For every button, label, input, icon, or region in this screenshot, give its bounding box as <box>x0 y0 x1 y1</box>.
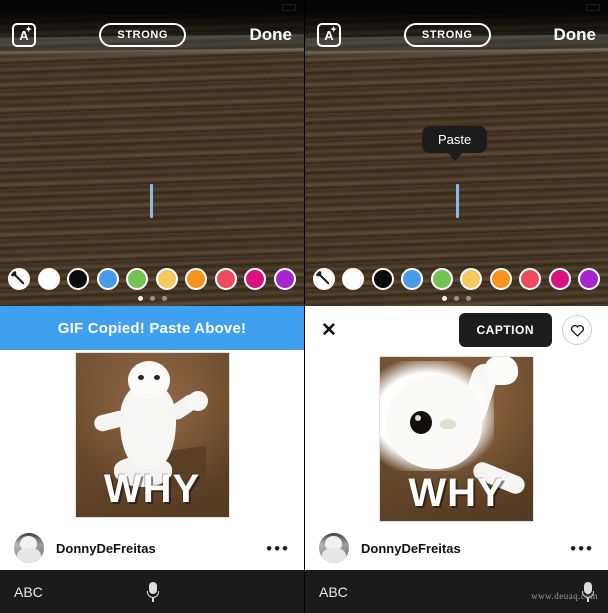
color-swatch-black[interactable] <box>371 268 394 290</box>
text-strength-pill[interactable]: STRONG <box>99 23 187 47</box>
color-swatch-red[interactable] <box>519 268 542 290</box>
gif-preview-container-right: WHY <box>305 354 608 522</box>
gif-copied-banner: GIF Copied! Paste Above! <box>0 306 304 350</box>
done-button[interactable]: Done <box>554 25 597 45</box>
pager-dot-1[interactable] <box>442 296 447 301</box>
editor-toolbar-left: A ✦ STRONG Done <box>0 14 304 56</box>
pager-dot-2[interactable] <box>149 296 155 301</box>
phone-panel-right: A ✦ STRONG Done Paste ✕ CAPTION WHY Donn… <box>304 0 608 613</box>
abc-key[interactable]: ABC <box>319 584 348 600</box>
eyedropper-icon[interactable] <box>313 268 335 290</box>
sparkle-icon: ✦ <box>330 25 337 34</box>
keyboard-bar-left: ABC <box>0 570 304 613</box>
editor-toolbar-right: A ✦ STRONG Done <box>305 14 608 56</box>
status-indicators <box>586 3 600 11</box>
color-palette-right <box>305 268 608 290</box>
keyboard-bar-right: ABC www.deuaq.com <box>305 570 608 613</box>
text-strength-pill[interactable]: STRONG <box>403 23 491 47</box>
color-swatch-purple[interactable] <box>273 268 296 290</box>
paste-tooltip-label[interactable]: Paste <box>422 126 488 153</box>
gif-author-row-left: DonnyDeFreitas ••• <box>0 526 304 570</box>
gif-preview[interactable]: WHY <box>379 356 534 522</box>
color-swatch-yellow[interactable] <box>460 268 483 290</box>
color-palette-left <box>0 268 304 290</box>
avatar[interactable] <box>319 533 349 563</box>
author-name[interactable]: DonnyDeFreitas <box>361 541 461 556</box>
gif-preview-container-left: WHY <box>0 350 304 518</box>
overflow-menu-icon[interactable]: ••• <box>266 540 290 557</box>
screenshot-root: A ✦ STRONG Done GIF Copied! Paste Above!… <box>0 0 608 613</box>
caption-button[interactable]: CAPTION <box>458 313 552 347</box>
done-button[interactable]: Done <box>250 25 293 45</box>
text-caret <box>150 184 153 218</box>
color-swatch-magenta[interactable] <box>244 268 267 290</box>
paste-tooltip[interactable]: Paste <box>422 126 488 161</box>
author-name[interactable]: DonnyDeFreitas <box>56 541 156 556</box>
paste-tooltip-arrow <box>447 153 462 161</box>
heart-icon[interactable] <box>562 315 592 345</box>
color-swatch-black[interactable] <box>67 268 90 290</box>
status-indicators <box>282 3 296 11</box>
color-swatch-yellow[interactable] <box>155 268 178 290</box>
eyedropper-icon[interactable] <box>8 268 30 290</box>
color-swatch-green[interactable] <box>126 268 149 290</box>
abc-key[interactable]: ABC <box>14 584 43 600</box>
site-watermark: www.deuaq.com <box>531 591 598 601</box>
gif-preview[interactable]: WHY <box>74 352 230 518</box>
color-swatch-blue[interactable] <box>96 268 119 290</box>
gif-sheet-left: GIF Copied! Paste Above! WHY DonnyDeFrei… <box>0 306 304 570</box>
status-bar <box>0 0 304 14</box>
photo-editor-left: A ✦ STRONG Done <box>0 14 304 306</box>
color-swatch-green[interactable] <box>430 268 453 290</box>
sparkle-icon: ✦ <box>25 25 32 34</box>
meme-caption-text: WHY <box>408 471 505 515</box>
color-swatch-white[interactable] <box>342 268 365 290</box>
photo-editor-right: A ✦ STRONG Done Paste <box>305 14 608 306</box>
pager-dot-3[interactable] <box>466 296 471 301</box>
meme-caption-text: WHY <box>103 467 201 511</box>
microphone-icon[interactable] <box>147 581 160 602</box>
palette-pager-left <box>0 296 304 301</box>
text-style-button[interactable]: A ✦ <box>12 23 36 47</box>
color-swatch-orange[interactable] <box>185 268 208 290</box>
gif-action-group: CAPTION <box>458 313 592 347</box>
close-icon[interactable]: ✕ <box>321 321 337 340</box>
color-swatch-red[interactable] <box>214 268 237 290</box>
pager-dot-3[interactable] <box>161 296 167 301</box>
color-swatch-magenta[interactable] <box>548 268 571 290</box>
battery-icon <box>282 3 296 11</box>
overflow-menu-icon[interactable]: ••• <box>570 540 594 557</box>
phone-panel-left: A ✦ STRONG Done GIF Copied! Paste Above!… <box>0 0 304 613</box>
avatar[interactable] <box>14 533 44 563</box>
color-swatch-white[interactable] <box>37 268 60 290</box>
text-style-button[interactable]: A ✦ <box>317 23 341 47</box>
panel-pair: A ✦ STRONG Done GIF Copied! Paste Above!… <box>0 0 608 613</box>
pager-dot-2[interactable] <box>454 296 459 301</box>
palette-pager-right <box>305 296 608 301</box>
color-swatch-purple[interactable] <box>577 268 600 290</box>
gif-author-row-right: DonnyDeFreitas ••• <box>305 526 608 570</box>
gif-action-bar: ✕ CAPTION <box>305 306 608 354</box>
gif-sheet-right: ✕ CAPTION WHY DonnyDeFreitas ••• <box>305 306 608 570</box>
text-caret <box>456 184 459 218</box>
pager-dot-1[interactable] <box>137 296 143 301</box>
color-swatch-orange[interactable] <box>489 268 512 290</box>
battery-icon <box>586 3 600 11</box>
color-swatch-blue[interactable] <box>401 268 424 290</box>
status-bar <box>305 0 608 14</box>
